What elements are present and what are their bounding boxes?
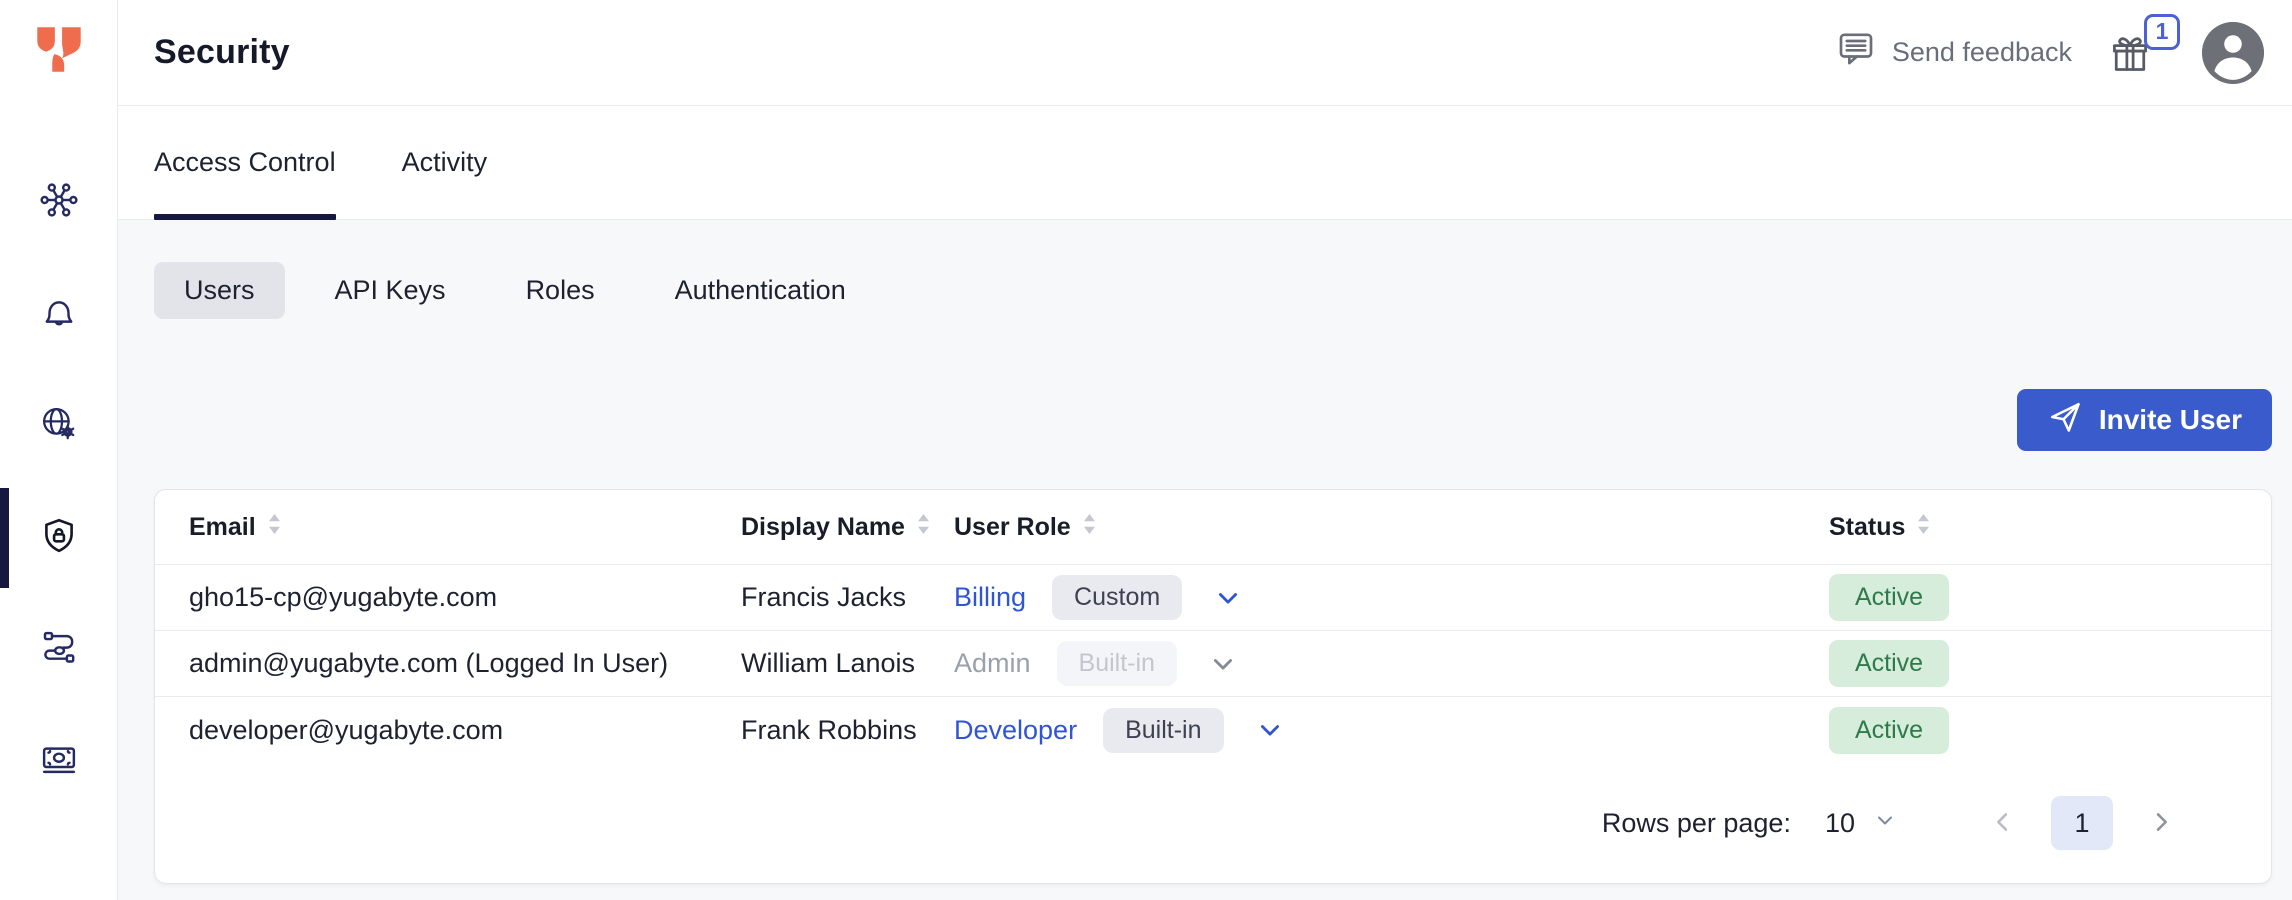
next-page-button[interactable] bbox=[2147, 808, 2175, 839]
yugabyte-logo[interactable] bbox=[28, 18, 90, 80]
sidebar-item-clusters[interactable] bbox=[0, 146, 117, 258]
display-name-cell: William Lanois bbox=[741, 648, 954, 679]
rows-per-page-value: 10 bbox=[1825, 808, 1855, 839]
main-area: Security Send feedback bbox=[118, 0, 2292, 900]
page-title: Security bbox=[154, 33, 290, 72]
gift-badge-count: 1 bbox=[2144, 14, 2180, 50]
sort-arrows-icon bbox=[917, 513, 930, 542]
role-dropdown-chevron-icon bbox=[1209, 650, 1237, 678]
user-role-cell: Billing Custom bbox=[954, 575, 1829, 620]
status-cell: Active bbox=[1829, 574, 2271, 621]
table-row: admin@yugabyte.com (Logged In User)Willi… bbox=[155, 631, 2271, 697]
pagination: Rows per page: 10 1 bbox=[155, 763, 2271, 883]
send-feedback-label: Send feedback bbox=[1892, 37, 2072, 68]
sort-arrows-icon bbox=[268, 513, 281, 542]
alerts-bell-icon bbox=[38, 291, 80, 338]
column-label: Email bbox=[189, 513, 256, 542]
tab-activity[interactable]: Activity bbox=[402, 106, 488, 219]
feedback-bubble-icon bbox=[1836, 29, 1876, 76]
chevron-right-icon bbox=[2147, 808, 2175, 839]
role-dropdown-chevron-icon[interactable] bbox=[1256, 716, 1284, 744]
sidebar-item-alerts-bell[interactable] bbox=[0, 258, 117, 370]
actions-row: Invite User bbox=[154, 389, 2272, 451]
rows-per-page-label: Rows per page: bbox=[1602, 808, 1791, 839]
topbar: Security Send feedback bbox=[118, 0, 2292, 106]
user-role-cell: Developer Built-in bbox=[954, 708, 1829, 753]
users-table-card: Email Display Name User Role Status gho15-c… bbox=[154, 489, 2272, 884]
subtab-users[interactable]: Users bbox=[154, 262, 285, 319]
previous-page-button[interactable] bbox=[1989, 808, 2017, 839]
status-badge: Active bbox=[1829, 574, 1949, 621]
role-type-badge: Custom bbox=[1052, 575, 1182, 620]
sort-arrows-icon bbox=[1083, 513, 1096, 542]
rows-per-page-select[interactable]: 10 bbox=[1825, 808, 1897, 839]
invite-user-button[interactable]: Invite User bbox=[2017, 389, 2272, 451]
role-dropdown-chevron-icon[interactable] bbox=[1214, 584, 1242, 612]
status-cell: Active bbox=[1829, 707, 2271, 754]
network-globe-gear-icon bbox=[38, 403, 80, 450]
chevron-left-icon bbox=[1989, 808, 2017, 839]
paper-plane-icon bbox=[2047, 399, 2083, 442]
column-header-display-name[interactable]: Display Name bbox=[741, 513, 954, 542]
tabs-bar: Access Control Activity bbox=[118, 106, 2292, 220]
sidebar-item-billing-banknote[interactable] bbox=[0, 706, 117, 818]
table-header-row: Email Display Name User Role Status bbox=[155, 490, 2271, 565]
display-name-cell: Frank Robbins bbox=[741, 715, 954, 746]
role-type-badge: Built-in bbox=[1057, 641, 1177, 686]
table-body: gho15-cp@yugabyte.comFrancis JacksBillin… bbox=[155, 565, 2271, 763]
role-link[interactable]: Developer bbox=[954, 715, 1077, 746]
sort-arrows-icon bbox=[1917, 513, 1930, 542]
email-cell: gho15-cp@yugabyte.com bbox=[189, 582, 741, 613]
content: Users API Keys Roles Authentication Invite … bbox=[118, 220, 2292, 900]
app-root: Security Send feedback bbox=[0, 0, 2292, 900]
billing-banknote-icon bbox=[38, 739, 80, 786]
column-header-status[interactable]: Status bbox=[1829, 513, 2271, 542]
column-label: User Role bbox=[954, 513, 1071, 542]
email-cell: admin@yugabyte.com (Logged In User) bbox=[189, 648, 741, 679]
table-row: developer@yugabyte.comFrank RobbinsDevel… bbox=[155, 697, 2271, 763]
column-header-email[interactable]: Email bbox=[189, 513, 741, 542]
subtab-roles[interactable]: Roles bbox=[496, 262, 625, 319]
topbar-actions: Send feedback 1 bbox=[1836, 22, 2264, 84]
email-cell: developer@yugabyte.com bbox=[189, 715, 741, 746]
avatar[interactable] bbox=[2202, 22, 2264, 84]
role-link: Admin bbox=[954, 648, 1031, 679]
subtab-api-keys[interactable]: API Keys bbox=[305, 262, 476, 319]
display-name-cell: Francis Jacks bbox=[741, 582, 954, 613]
clusters-icon bbox=[38, 179, 80, 226]
tab-access-control[interactable]: Access Control bbox=[154, 106, 336, 219]
sidebar bbox=[0, 0, 118, 900]
sidebar-item-network-globe-gear[interactable] bbox=[0, 370, 117, 482]
invite-user-label: Invite User bbox=[2099, 404, 2242, 436]
user-role-cell: Admin Built-in bbox=[954, 641, 1829, 686]
gift-button[interactable]: 1 bbox=[2108, 30, 2152, 76]
sidebar-item-integrations-flow[interactable] bbox=[0, 594, 117, 706]
page-1-button[interactable]: 1 bbox=[2051, 796, 2113, 850]
role-type-badge: Built-in bbox=[1103, 708, 1223, 753]
status-badge: Active bbox=[1829, 640, 1949, 687]
subtab-authentication[interactable]: Authentication bbox=[645, 262, 876, 319]
send-feedback-button[interactable]: Send feedback bbox=[1836, 29, 2072, 76]
chevron-down-icon bbox=[1873, 808, 1897, 839]
security-shield-lock-icon bbox=[38, 515, 80, 562]
column-label: Display Name bbox=[741, 513, 905, 542]
role-link[interactable]: Billing bbox=[954, 582, 1026, 613]
subtab-pills: Users API Keys Roles Authentication bbox=[154, 262, 2272, 319]
status-badge: Active bbox=[1829, 707, 1949, 754]
avatar-person-icon bbox=[2202, 22, 2264, 84]
status-cell: Active bbox=[1829, 640, 2271, 687]
column-header-user-role[interactable]: User Role bbox=[954, 513, 1829, 542]
column-label: Status bbox=[1829, 513, 1905, 542]
integrations-flow-icon bbox=[38, 627, 80, 674]
sidebar-item-security-shield-lock[interactable] bbox=[0, 482, 117, 594]
table-row: gho15-cp@yugabyte.comFrancis JacksBillin… bbox=[155, 565, 2271, 631]
